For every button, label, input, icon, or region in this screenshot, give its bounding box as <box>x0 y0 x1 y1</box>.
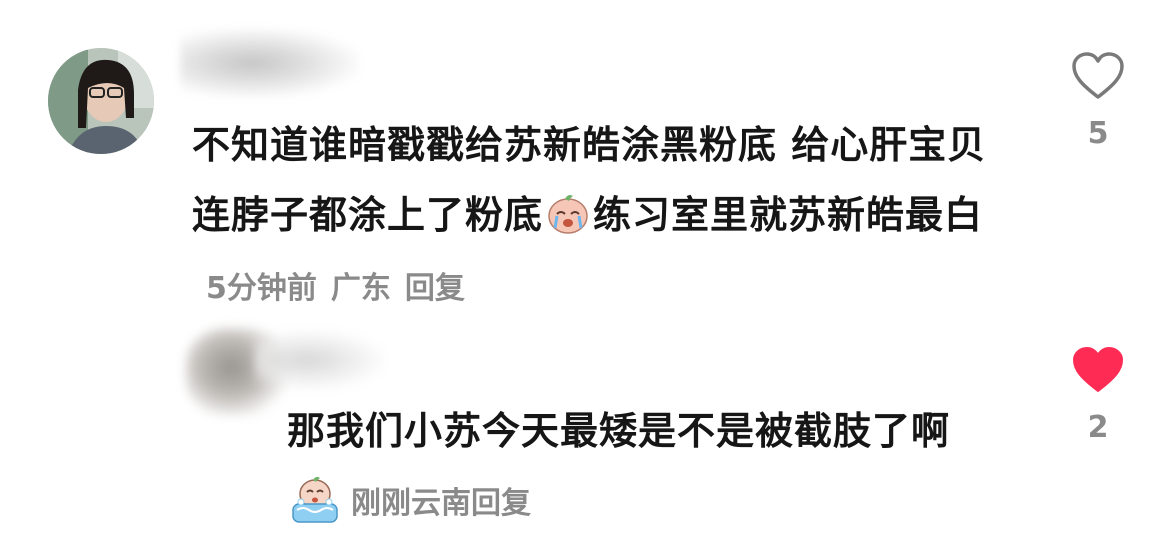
reply-meta: 刚刚 云南 回复 <box>287 472 531 528</box>
comment-text-part2: 练习室里就苏新皓最白 <box>593 193 984 237</box>
reply-username-blurred[interactable] <box>255 330 385 390</box>
comment-like[interactable]: 5 <box>1063 52 1133 151</box>
avatar[interactable] <box>48 48 154 154</box>
reply-like[interactable]: 2 <box>1063 346 1133 445</box>
heart-outline-icon[interactable] <box>1071 52 1125 100</box>
comment-reply-button[interactable]: 回复 <box>405 271 465 306</box>
reply-reply-button[interactable]: 回复 <box>471 478 531 522</box>
comment-location: 广东 <box>330 271 391 306</box>
crying-face-emoji-icon <box>545 188 591 234</box>
reply-text: 那我们小苏今天最矮是不是被截肢了啊 <box>287 409 951 453</box>
heart-filled-icon[interactable] <box>1071 346 1125 394</box>
reply-location: 云南 <box>411 486 471 521</box>
comment-text: 不知道谁暗戳戳给苏新皓涂黑粉底 给心肝宝贝连脖子都涂上了粉底 练习室里就苏新皓最… <box>192 110 1002 324</box>
avatar-photo <box>48 48 154 154</box>
comment-like-count: 5 <box>1087 116 1109 151</box>
username-blurred[interactable] <box>180 28 360 98</box>
reply-time: 刚刚 <box>351 486 411 521</box>
crying-bath-emoji-icon <box>287 472 343 528</box>
reply-like-count: 2 <box>1087 410 1109 445</box>
comment-time: 5分钟前 <box>206 271 317 306</box>
